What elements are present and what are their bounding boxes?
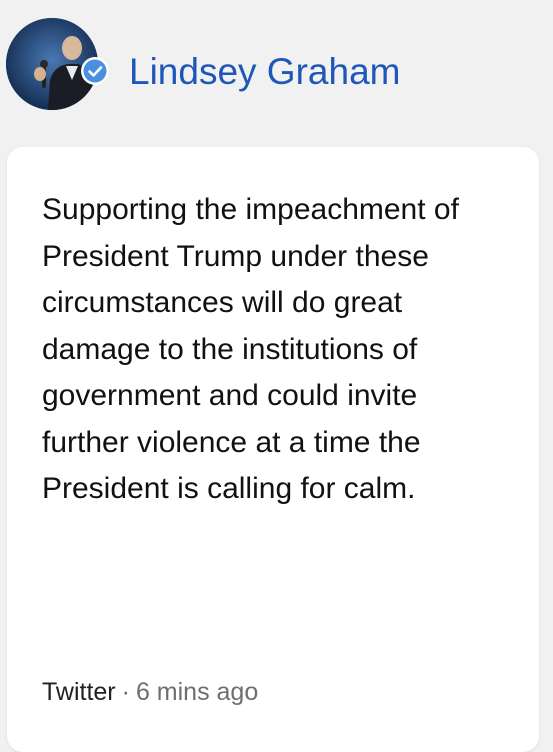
post-header: Lindsey Graham <box>0 0 553 130</box>
post-text-line: government and could invite <box>42 379 418 412</box>
source-label[interactable]: Twitter <box>42 678 116 706</box>
post-text-line: further violence at a time the <box>42 425 421 459</box>
post-text-line: President Trump under these <box>42 239 429 273</box>
post-text-line: damage to the institutions of <box>42 332 418 366</box>
author-name[interactable]: Lindsey Graham <box>129 50 400 94</box>
post-card[interactable]: Supporting the impeachment of President … <box>7 147 539 752</box>
post-text-line: circumstances will do great <box>42 286 403 319</box>
timestamp: 6 mins ago <box>135 678 259 706</box>
post-text: Supporting the impeachment of President … <box>42 187 522 513</box>
post-footer: Twitter · 6 mins ago <box>42 675 258 709</box>
separator-dot: · <box>121 678 130 706</box>
verified-badge-icon <box>81 57 109 85</box>
post-text-line: President is calling for calm. <box>42 472 416 505</box>
post-text-line: Supporting the impeachment of <box>42 193 459 226</box>
